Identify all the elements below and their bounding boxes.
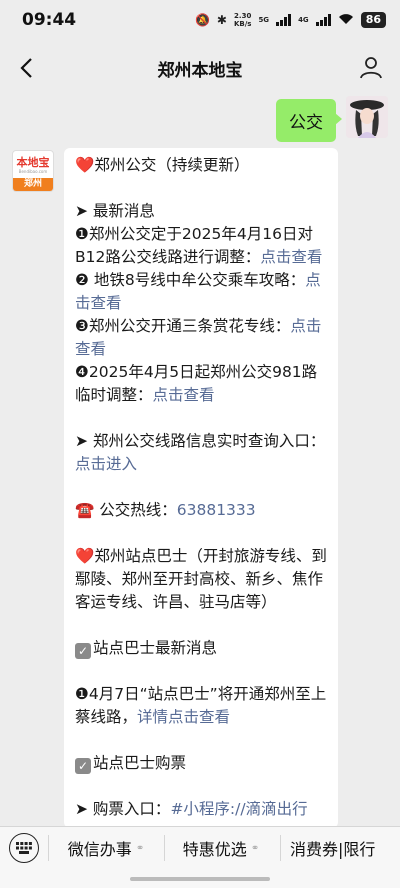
signal-4g-label: 4G — [298, 16, 309, 24]
bus-news-link[interactable]: 详情点击查看 — [137, 708, 230, 726]
query-line: ➤ 郑州公交线路信息实时查询入口： 点击进入 — [75, 430, 328, 476]
outgoing-message: 公交 — [276, 96, 388, 142]
query-text: 郑州公交线路信息实时查询入口： — [92, 432, 326, 450]
signal-5g-icon — [276, 14, 292, 26]
menu-divider — [48, 835, 49, 861]
section-latest-title: 最新消息 — [92, 202, 155, 220]
profile-button[interactable] — [356, 52, 386, 82]
user-avatar-image — [346, 96, 388, 138]
news-text: 地铁8号线中牟公交乘车攻略： — [93, 271, 306, 289]
menu-item-label: 消费券|限行 — [290, 840, 376, 859]
news-item: ❷ 地铁8号线中牟公交乘车攻略：点击查看 — [75, 269, 328, 315]
menu-divider — [164, 835, 165, 861]
bluetooth-icon: ✱ — [216, 13, 227, 27]
user-avatar[interactable] — [346, 96, 388, 138]
ticket-line: ➤ 购票入口：#小程序://滴滴出行 — [75, 798, 328, 821]
message-title-line: ❤️郑州公交（持续更新） — [75, 154, 328, 177]
bus-title-line: ❤️郑州站点巴士（开封旅游专线、到鄢陵、郑州至开封高校、新乡、焦作客运专线、许昌… — [75, 545, 328, 614]
home-indicator[interactable] — [130, 877, 270, 881]
menu-item-label: 微信办事 — [67, 840, 132, 859]
menu-item-deals[interactable]: 特惠优选 ⚭ — [166, 827, 276, 869]
ticket-text: 购票入口： — [92, 800, 171, 818]
bot-avatar[interactable]: 本地宝 Bendibao.com 郑州 — [12, 150, 54, 192]
keyboard-icon — [16, 842, 32, 854]
arrow-icon: ➤ — [75, 432, 93, 450]
mute-icon: 🔕 — [194, 13, 210, 27]
back-button[interactable] — [12, 54, 40, 82]
news-link[interactable]: 点击查看 — [153, 386, 215, 404]
status-icons: 🔕 ✱ 2.30 KB/s 5G 4G 86 — [195, 12, 386, 28]
outgoing-bubble[interactable]: 公交 — [276, 99, 342, 142]
signal-5g-label: 5G — [258, 16, 270, 24]
status-bar: 09:44 🔕 ✱ 2.30 KB/s 5G 4G 86 — [0, 0, 400, 40]
news-item: ❶郑州公交定于2025年4月16日对B12路公交线路进行调整：点击查看 — [75, 223, 328, 269]
heart-icon: ❤️ — [75, 547, 95, 565]
ticket-link[interactable]: #小程序://滴滴出行 — [170, 800, 307, 818]
chevron-left-icon — [20, 58, 32, 78]
keyboard-button[interactable] — [9, 833, 39, 863]
signal-4g-icon — [315, 14, 331, 26]
menu-divider — [280, 835, 281, 861]
telephone-icon: ☎️ — [75, 501, 100, 519]
bot-avatar-city: 郑州 — [13, 178, 53, 191]
news-number: ❷ — [75, 271, 89, 289]
bus-news-title-line: ✓ 站点巴士最新消息 — [75, 637, 328, 660]
bus-news-item: ❶4月7日“站点巴士”将开通郑州至上蔡线路，详情点击查看 — [75, 683, 328, 729]
news-text: 郑州公交开通三条赏花专线： — [88, 317, 291, 335]
status-time: 09:44 — [22, 10, 77, 30]
net-speed: 2.30 KB/s — [234, 12, 251, 28]
ticket-title: 站点巴士购票 — [93, 754, 187, 772]
battery-indicator: 86 — [360, 12, 386, 28]
news-number: ❹ — [75, 363, 89, 381]
bottom-menu-bar: 微信办事 ⚭ 特惠优选 ⚭ 消费券|限行 — [0, 826, 400, 888]
news-number: ❶ — [75, 225, 89, 243]
bot-avatar-url: Bendibao.com — [18, 169, 48, 174]
bus-title: 郑州站点巴士（开封旅游专线、到鄢陵、郑州至开封高校、新乡、焦作客运专线、许昌、驻… — [75, 547, 327, 611]
hotline-number[interactable]: 63881333 — [177, 501, 256, 519]
news-number: ❸ — [75, 317, 89, 335]
checkbox-icon: ✓ — [75, 643, 91, 659]
arrow-icon: ➤ — [75, 202, 93, 220]
mini-program-icon: ⚭ — [135, 842, 145, 854]
news-item: ❹2025年4月5日起郑州公交981路临时调整：点击查看 — [75, 361, 328, 407]
menu-item-wechat-services[interactable]: 微信办事 ⚭ — [50, 827, 162, 869]
query-link[interactable]: 点击进入 — [75, 455, 137, 473]
hotline-label: 公交热线： — [99, 501, 177, 519]
mini-program-icon: ⚭ — [250, 842, 260, 854]
news-link[interactable]: 点击查看 — [260, 248, 322, 266]
nav-bar: 郑州本地宝 — [0, 44, 400, 92]
wifi-icon — [338, 13, 354, 28]
user-icon — [360, 57, 382, 79]
arrow-icon: ➤ — [75, 800, 93, 818]
net-speed-value: 2.30 — [234, 12, 252, 20]
heart-icon: ❤️ — [75, 156, 95, 174]
news-number: ❶ — [75, 685, 89, 703]
net-speed-unit: KB/s — [233, 20, 252, 28]
section-latest-line: ➤ 最新消息 — [75, 200, 328, 223]
incoming-message: ❤️郑州公交（持续更新） ➤ 最新消息 ❶郑州公交定于2025年4月16日对B1… — [64, 148, 338, 828]
bus-news-title: 站点巴士最新消息 — [93, 639, 218, 657]
page-title: 郑州本地宝 — [157, 60, 243, 81]
message-title: 郑州公交（持续更新） — [94, 156, 250, 174]
checkbox-icon: ✓ — [75, 758, 91, 774]
bot-avatar-brand: 本地宝 — [16, 156, 50, 169]
ticket-title-line: ✓ 站点巴士购票 — [75, 752, 328, 775]
menu-item-label: 特惠优选 — [182, 840, 247, 859]
news-item: ❸郑州公交开通三条赏花专线：点击查看 — [75, 315, 328, 361]
menu-item-coupons[interactable]: 消费券|限行 — [282, 827, 398, 869]
hotline-line: ☎️ 公交热线：63881333 — [75, 499, 328, 522]
